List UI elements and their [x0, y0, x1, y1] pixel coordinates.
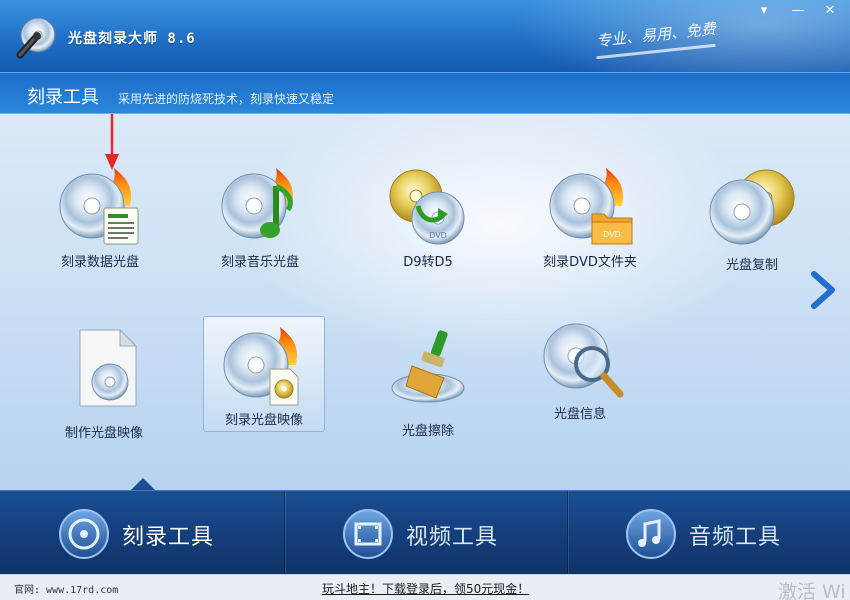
title-bar: 光盘刻录大师 8.6 专业、易用、免费 ▾ — ✕	[0, 0, 850, 72]
tool-burn-music-disc[interactable]: 刻录音乐光盘	[200, 166, 320, 278]
status-bar: 官网: www.17rd.com 玩斗地主！下载登录后，领50元现金！ 激活 W…	[0, 574, 850, 600]
tab-label: 音频工具	[689, 525, 782, 550]
tool-label: 刻录光盘映像	[224, 413, 303, 428]
tab-video-tools[interactable]: 视频工具	[284, 491, 567, 575]
svg-text:DVD: DVD	[603, 230, 621, 239]
tool-d9-to-d5[interactable]: DVD D9转D5	[368, 166, 488, 278]
tool-label: 光盘信息	[553, 407, 606, 422]
next-page-arrow-icon[interactable]	[806, 270, 838, 310]
music-note-icon	[626, 509, 676, 559]
section-title: 刻录工具	[27, 87, 99, 108]
close-button[interactable]: ✕	[818, 2, 842, 20]
tab-label: 刻录工具	[122, 525, 215, 550]
tool-label: 光盘擦除	[401, 424, 454, 439]
svg-text:DVD: DVD	[429, 231, 447, 240]
disc-image-file-icon	[79, 328, 138, 407]
activation-watermark: 激活 Wi	[778, 581, 846, 600]
music-disc-fire-icon	[221, 168, 294, 239]
film-icon	[343, 509, 393, 559]
promo-link[interactable]: 玩斗地主！下载登录后，领50元现金！	[322, 580, 529, 597]
section-description: 采用先进的防烧死技术，刻录快速又稳定	[118, 92, 335, 106]
tool-label: 刻录音乐光盘	[220, 255, 299, 270]
annotation-arrow-icon	[105, 114, 119, 170]
disc-brush-icon	[391, 330, 465, 403]
tool-grid: 刻录数据光盘 刻录音乐光盘 DVD D9转D5 DVD 刻录DVD文件夹 光盘复…	[0, 114, 850, 490]
tool-make-disc-image[interactable]: 制作光盘映像	[44, 326, 164, 441]
data-disc-fire-icon	[59, 168, 139, 245]
tool-label: 制作光盘映像	[64, 426, 143, 441]
tool-erase-disc[interactable]: 光盘擦除	[368, 326, 488, 439]
disc-icon	[59, 509, 109, 559]
app-title: 光盘刻录大师 8.6	[68, 31, 196, 47]
disc-image-fire-icon	[223, 327, 299, 406]
tool-burn-dvd-folder[interactable]: DVD 刻录DVD文件夹	[530, 166, 650, 278]
section-header: 刻录工具 采用先进的防烧死技术，刻录快速又稳定	[0, 72, 850, 114]
dvd-folder-fire-icon: DVD	[549, 168, 633, 245]
bottom-tab-bar: 刻录工具 视频工具 音频工具	[0, 490, 850, 575]
minimize-button[interactable]: —	[786, 2, 810, 20]
tool-copy-disc[interactable]: 光盘复制	[692, 166, 812, 278]
tab-label: 视频工具	[406, 525, 499, 550]
disc-copy-icon	[709, 169, 795, 245]
tab-audio-tools[interactable]: 音频工具	[567, 491, 850, 575]
tool-burn-disc-image[interactable]: 刻录光盘映像	[203, 316, 325, 432]
disc-convert-icon: DVD	[389, 169, 465, 245]
menu-dropdown-button[interactable]: ▾	[752, 2, 776, 20]
tool-burn-data-disc[interactable]: 刻录数据光盘	[40, 166, 160, 278]
app-logo-icon	[16, 17, 56, 59]
disc-magnifier-icon	[543, 323, 624, 398]
tool-label: 刻录DVD文件夹	[543, 255, 637, 270]
tool-disc-info[interactable]: 光盘信息	[520, 318, 640, 430]
tab-burn-tools[interactable]: 刻录工具	[0, 491, 283, 575]
tool-label: D9转D5	[403, 255, 453, 270]
tool-label: 光盘复制	[725, 258, 778, 273]
tool-label: 刻录数据光盘	[60, 255, 139, 270]
website-link[interactable]: 官网: www.17rd.com	[14, 581, 118, 596]
active-tab-indicator	[131, 478, 155, 490]
